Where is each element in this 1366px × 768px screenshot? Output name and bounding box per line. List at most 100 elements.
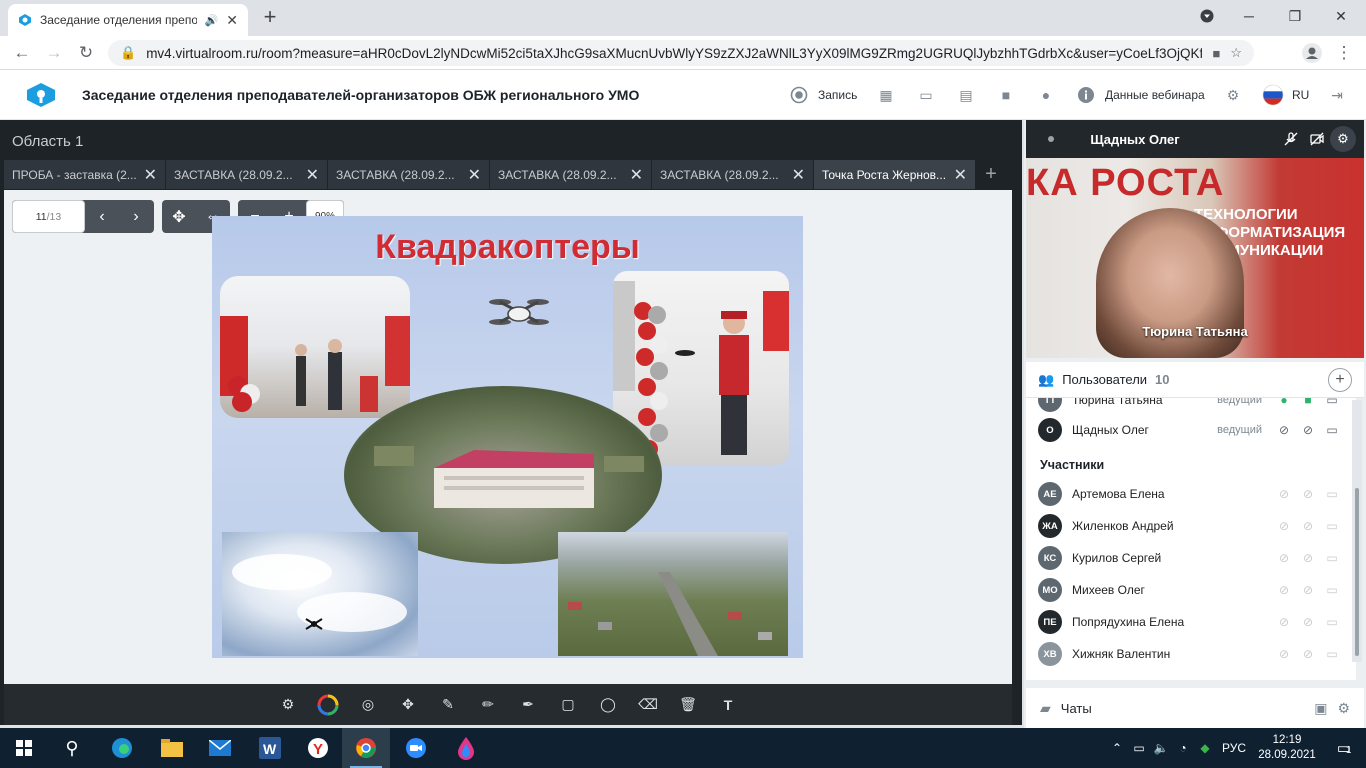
camera-off-icon[interactable]: ⊘	[1296, 551, 1320, 565]
mic-off-icon[interactable]: ⊘	[1272, 519, 1296, 533]
user-row[interactable]: ПЕ Попрядухина Елена ⊘ ⊘ ▭	[1026, 606, 1356, 638]
move-icon[interactable]: ✥	[394, 691, 422, 719]
url-omnibox[interactable]: 🔒 mv4.virtualroom.ru/room?measure=aHR0cD…	[108, 40, 1254, 66]
bookmark-star-icon[interactable]: ☆	[1230, 45, 1242, 61]
screen-share-icon[interactable]: ▭	[1320, 583, 1344, 597]
word-icon[interactable]: W	[246, 728, 294, 768]
trash-icon[interactable]: 🗑	[674, 691, 702, 719]
screen-share-icon[interactable]: ▭	[1320, 615, 1344, 629]
profile-dropdown-icon[interactable]	[1184, 0, 1230, 32]
screen-icon[interactable]: ▭	[1320, 398, 1344, 407]
user-list-scrollbar[interactable]	[1352, 400, 1362, 662]
next-page-button[interactable]: ›	[119, 200, 153, 233]
settings-icon[interactable]: ⚙	[274, 691, 302, 719]
doc-tab[interactable]: ЗАСТАВКА (28.09.2... ✕	[328, 160, 490, 189]
user-row[interactable]: КС Курилов Сергей ⊘ ⊘ ▭	[1026, 542, 1356, 574]
close-tab-icon[interactable]: ✕	[306, 165, 319, 185]
documents-button[interactable]: ▤	[955, 83, 977, 107]
camera-off-icon[interactable]	[1304, 126, 1330, 152]
virtualroom-logo-icon[interactable]	[24, 81, 58, 109]
close-tab-icon[interactable]: ✕	[468, 165, 481, 185]
text-icon[interactable]: T	[714, 691, 742, 719]
yandex-icon[interactable]: Y	[294, 728, 342, 768]
add-tab-button[interactable]: +	[976, 160, 1006, 189]
doc-tab-active[interactable]: Точка Роста Жернов... ✕	[814, 160, 976, 189]
profile-avatar-icon[interactable]	[1300, 41, 1324, 65]
camera-icon[interactable]: ■	[1296, 398, 1320, 407]
camera-icon[interactable]: ■	[1212, 46, 1220, 61]
antivirus-icon[interactable]: ◆	[1194, 741, 1216, 755]
camera-off-icon[interactable]: ⊘	[1296, 519, 1320, 533]
user-row[interactable]: ХВ Хижняк Валентин ⊘ ⊘ ▭	[1026, 638, 1356, 670]
settings-button[interactable]: ⚙	[1222, 83, 1244, 107]
mic-off-icon[interactable]: ⊘	[1272, 487, 1296, 501]
minimize-button[interactable]: ─	[1226, 0, 1272, 32]
pencil-icon[interactable]: ✏	[474, 691, 502, 719]
volume-icon[interactable]: 🔈	[1150, 741, 1172, 755]
mic-off-icon[interactable]: ⊘	[1272, 551, 1296, 565]
chat-window-icon[interactable]: ▣	[1314, 700, 1327, 717]
paint-icon[interactable]	[442, 728, 490, 768]
search-icon[interactable]: ⚲	[48, 728, 96, 768]
back-button[interactable]: ←	[10, 41, 34, 65]
close-tab-icon[interactable]: ✕	[630, 165, 643, 185]
rectangle-icon[interactable]: ▢	[554, 691, 582, 719]
user-row[interactable]: ЖА Жиленков Андрей ⊘ ⊘ ▭	[1026, 510, 1356, 542]
close-tab-icon[interactable]: ✕	[954, 165, 967, 185]
browser-menu-icon[interactable]: ⋮	[1332, 41, 1356, 65]
wifi-icon[interactable]: ◔	[1172, 741, 1194, 755]
brush-icon[interactable]: ✎	[434, 691, 462, 719]
screen-share-button[interactable]: ▭	[915, 83, 937, 107]
scrollbar-thumb[interactable]	[1355, 488, 1359, 656]
lock-icon[interactable]: 🔒	[120, 45, 136, 61]
new-tab-button[interactable]: +	[258, 6, 282, 30]
chrome-icon[interactable]	[342, 728, 390, 768]
screen-share-icon[interactable]: ▭	[1320, 647, 1344, 661]
eraser-icon[interactable]: ⌫	[634, 691, 662, 719]
camera-off-icon[interactable]: ⊘	[1296, 615, 1320, 629]
prev-page-button[interactable]: ‹	[85, 200, 119, 233]
mic-off-icon[interactable]: ⊘	[1272, 423, 1296, 437]
user-row[interactable]: АЕ Артемова Елена ⊘ ⊘ ▭	[1026, 478, 1356, 510]
exit-button[interactable]: ⇥	[1326, 83, 1348, 107]
layout-button[interactable]: ▦	[875, 83, 897, 107]
battery-icon[interactable]: ▭	[1128, 741, 1150, 755]
edge-icon[interactable]	[98, 728, 146, 768]
forward-button[interactable]: →	[42, 41, 66, 65]
language-indicator[interactable]: РУС	[1216, 741, 1252, 755]
video-settings-icon[interactable]: ⚙	[1330, 126, 1356, 152]
browser-tab[interactable]: Заседание отделения препо 🔊 ✕	[8, 4, 248, 36]
files-button[interactable]: ■	[995, 83, 1017, 107]
start-button[interactable]	[0, 728, 48, 768]
camera-off-icon[interactable]: ⊘	[1296, 647, 1320, 661]
maximize-button[interactable]: ❐	[1272, 0, 1318, 32]
mic-off-icon[interactable]: ⊘	[1272, 647, 1296, 661]
user-row[interactable]: О Щадных Олег ведущий ⊘ ⊘ ▭	[1026, 414, 1356, 446]
clock[interactable]: 12:19 28.09.2021	[1252, 733, 1322, 763]
file-explorer-icon[interactable]	[148, 728, 196, 768]
screen-share-icon[interactable]: ▭	[1320, 423, 1344, 437]
record-button[interactable]: Запись	[788, 83, 857, 107]
pointer-icon[interactable]: ◎	[354, 691, 382, 719]
screen-share-icon[interactable]: ▭	[1320, 519, 1344, 533]
close-tab-icon[interactable]: ✕	[144, 165, 157, 185]
tray-overflow-icon[interactable]: ⌃	[1106, 741, 1128, 755]
language-button[interactable]: RU	[1262, 83, 1309, 107]
speaker-icon[interactable]: 🔊	[205, 14, 219, 27]
camera-off-icon[interactable]: ⊘	[1296, 487, 1320, 501]
user-settings-button[interactable]: ●	[1035, 83, 1057, 107]
add-user-button[interactable]: +	[1328, 367, 1352, 392]
doc-tab[interactable]: ЗАСТАВКА (28.09.2... ✕	[166, 160, 328, 189]
notifications-button[interactable]: ▭ 1	[1322, 728, 1366, 768]
mic-off-icon[interactable]: ⊘	[1272, 583, 1296, 597]
chats-bar[interactable]: ▰ Чаты ▣ ⚙	[1026, 688, 1364, 728]
page-input[interactable]: 11/13	[12, 200, 85, 233]
reload-button[interactable]: ↻	[74, 41, 98, 65]
screen-share-icon[interactable]: ▭	[1320, 551, 1344, 565]
close-window-button[interactable]: ✕	[1318, 0, 1364, 32]
marker-icon[interactable]: ✒	[514, 691, 542, 719]
mic-icon[interactable]: ●	[1272, 398, 1296, 407]
mic-off-icon[interactable]	[1278, 126, 1304, 152]
fit-page-icon[interactable]: ✥	[162, 200, 196, 233]
user-row[interactable]: МО Михеев Олег ⊘ ⊘ ▭	[1026, 574, 1356, 606]
